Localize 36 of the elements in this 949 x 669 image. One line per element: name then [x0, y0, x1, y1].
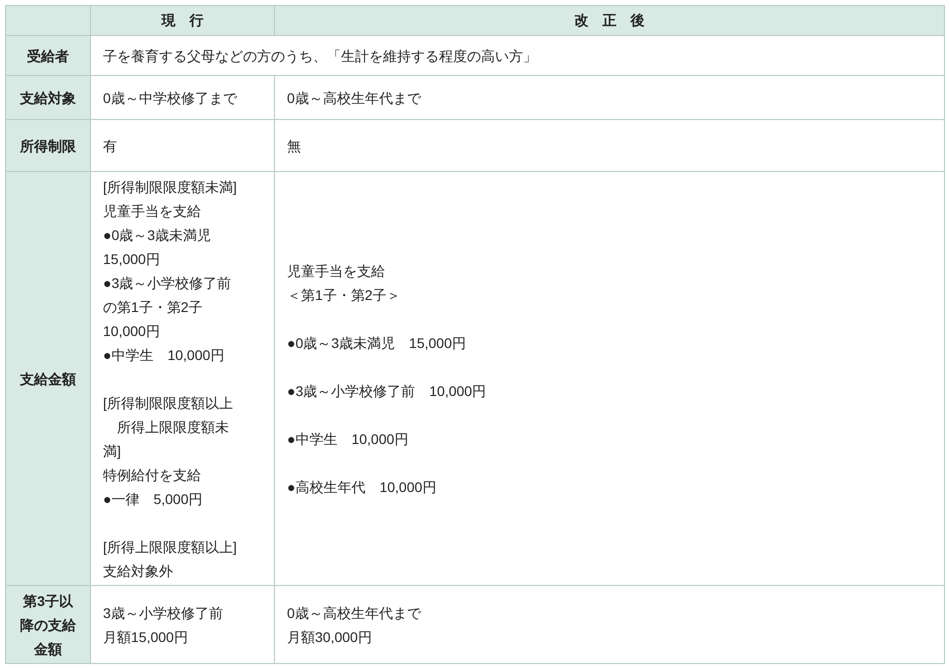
- row-header: 支給金額: [6, 172, 90, 586]
- cell-text: [所得制限限度額以上: [103, 394, 234, 413]
- cell-text: 児童手当を支給: [287, 262, 386, 280]
- row-header: 受給者: [6, 36, 90, 76]
- cell-text: ●0歳～3歳未満児 15,000円: [287, 334, 467, 352]
- cell-text: 0歳～高校生年代まで: [287, 604, 422, 622]
- cell-text: [所得制限限度額未満]: [103, 178, 238, 197]
- cell-text: 児童手当を支給: [103, 202, 202, 220]
- cell-text: 月額30,000円: [287, 628, 373, 646]
- cell-text: ●3歳～小学校修了前 10,000円: [287, 382, 488, 400]
- cell-text: 0歳～高校生年代まで: [287, 88, 422, 108]
- cell-text: ●0歳～3歳未満児: [103, 226, 212, 244]
- cell-text: 0歳～中学校修了まで: [103, 88, 238, 108]
- row-header: 支給対象: [6, 76, 90, 120]
- cell-text: 月額15,000円: [103, 628, 189, 646]
- cell-text: 所得上限限度額未満]: [103, 418, 230, 461]
- cell-text: 特例給付を支給: [103, 466, 202, 484]
- cell-text: ●高校生年代 10,000円: [287, 478, 438, 496]
- cell-text: [所得上限限度額以上]: [103, 538, 238, 557]
- cell-text: ＜第1子・第2子＞: [287, 286, 402, 304]
- cell-text: 有: [103, 136, 118, 156]
- column-header: 現 行: [90, 6, 274, 36]
- cell-text: ●中学生 10,000円: [103, 346, 226, 364]
- cell-text: 子を養育する父母などの方のうち、「生計を維持する程度の高い方」: [103, 46, 538, 66]
- cell-text: ●一律 5,000円: [103, 490, 204, 508]
- cell-text: ●中学生 10,000円: [287, 430, 410, 448]
- cell-text: 無: [287, 136, 302, 156]
- cell-text: 15,000円: [103, 250, 161, 268]
- cell-text: 支給対象外: [103, 562, 174, 580]
- column-header: 改 正 後: [274, 6, 944, 36]
- row-header: 所得制限: [6, 120, 90, 172]
- row-header: 第3子以降の支給金額: [6, 586, 90, 664]
- cell-text: の第1子・第2子: [103, 298, 204, 316]
- cell-text: 10,000円: [103, 322, 161, 340]
- cell-text: ●3歳～小学校修了前: [103, 274, 232, 292]
- cell-text: 3歳～小学校修了前: [103, 604, 224, 622]
